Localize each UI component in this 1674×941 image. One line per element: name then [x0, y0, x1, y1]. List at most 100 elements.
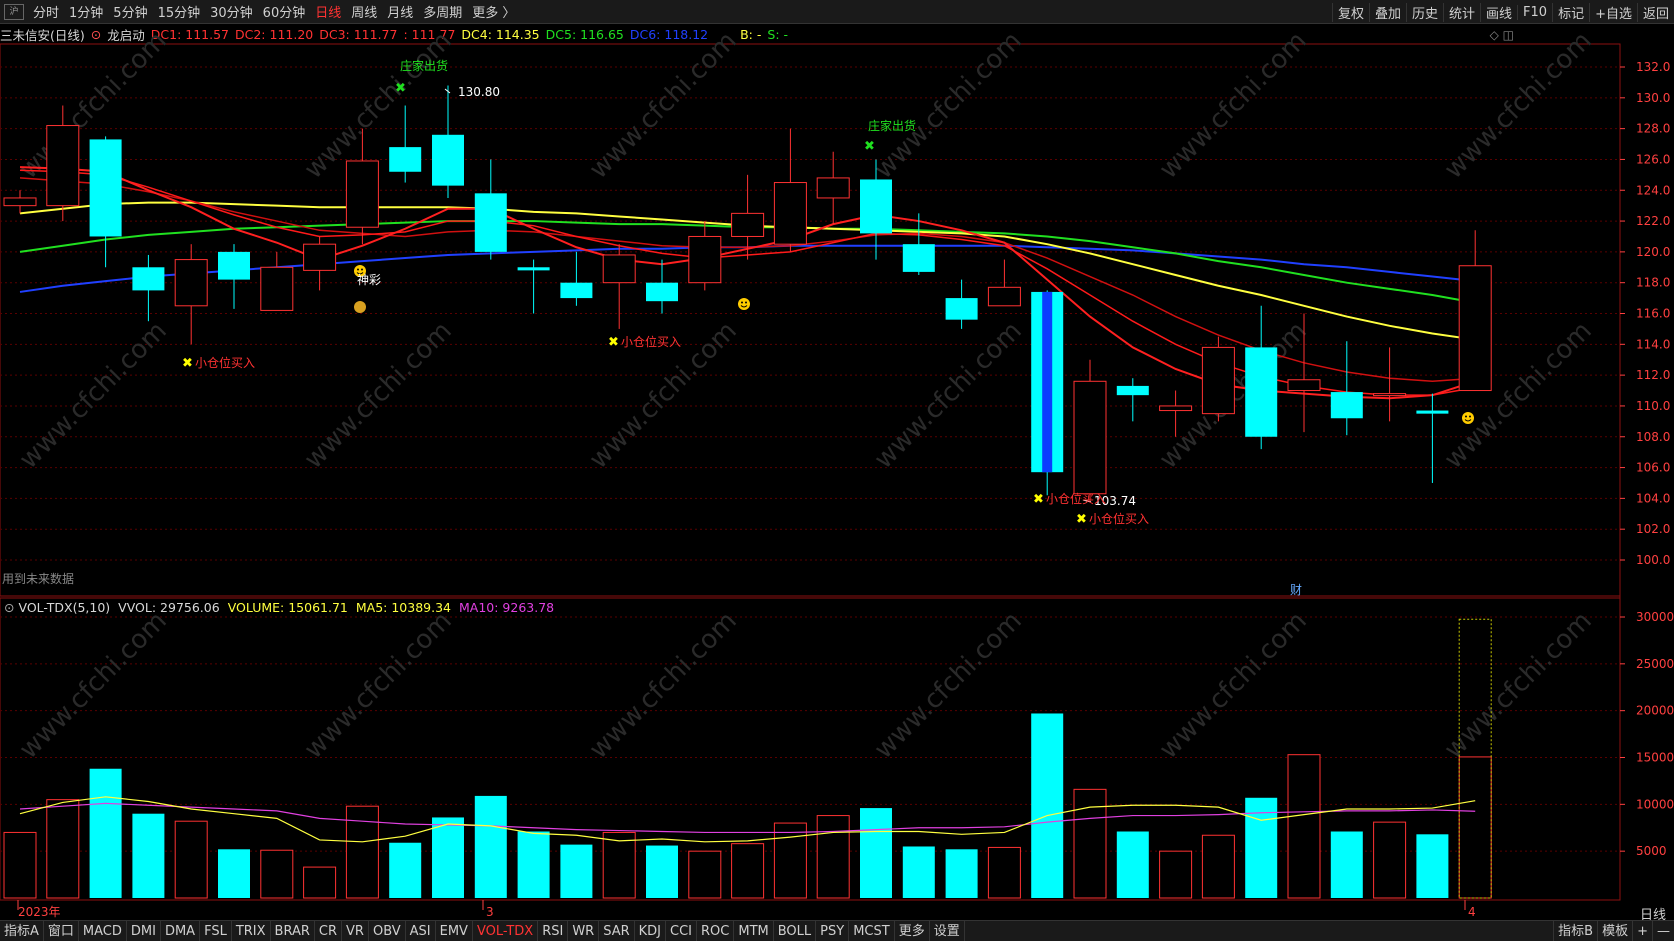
indicator-tab[interactable]: MCST	[849, 920, 895, 941]
indicator-tab[interactable]: OBV	[369, 920, 406, 941]
indicator-tab[interactable]: MACD	[79, 920, 127, 941]
candle-body-down	[860, 179, 892, 234]
indicator-tab[interactable]: CCI	[666, 920, 698, 941]
volume-value: VOLUME: 15061.71	[227, 599, 348, 615]
watermark: www.cfchi.com	[1439, 26, 1598, 185]
candle-body-up	[1458, 265, 1492, 392]
candle-body-up	[260, 266, 294, 311]
candle-body-down	[432, 134, 464, 186]
watermark: www.cfchi.com	[869, 316, 1028, 475]
daily-label[interactable]: 日线	[1640, 904, 1666, 923]
indicator-tab[interactable]: BOLL	[774, 920, 817, 941]
volume-bar-down	[1330, 831, 1363, 898]
volume-tick-label: 20000	[1636, 704, 1674, 718]
volume-bar-up	[3, 831, 37, 899]
candle-body-up	[3, 197, 37, 207]
ma5-value: MA5: 10389.34	[355, 599, 451, 615]
indicator-tab[interactable]: ROC	[697, 920, 735, 941]
vvol-value: VVOL: 29756.06	[118, 599, 220, 615]
smiley-icon-eye	[361, 268, 363, 271]
indicator-tab[interactable]: TRIX	[232, 920, 271, 941]
candle-body-up	[174, 259, 208, 307]
watermark: www.cfchi.com	[1154, 26, 1313, 185]
sell-signal-label: 庄家出货	[400, 58, 448, 73]
indicator-tab[interactable]: SAR	[599, 920, 635, 941]
buy-signal-label: 小仓位买入	[1046, 491, 1106, 506]
volume-tick-label: 10000	[1636, 797, 1674, 811]
indicator-tab[interactable]: PSY	[816, 920, 850, 941]
volume-bar-up	[174, 820, 208, 899]
smiley-icon-eye	[1469, 415, 1471, 418]
indicator-tab[interactable]: VR	[342, 920, 369, 941]
candle-body-up	[46, 125, 80, 207]
volume-bar-down	[218, 849, 250, 898]
price-tick-label: 120.0	[1636, 245, 1670, 259]
indicator-tab[interactable]: KDJ	[635, 920, 667, 941]
volume-bar-up	[303, 866, 337, 899]
indicator-tab[interactable]: 设置	[930, 920, 965, 941]
candle-body-up	[731, 212, 765, 237]
indicator-tab[interactable]: 指标A	[0, 920, 44, 941]
indicator-tab-bar: 指标A 窗口 MACD DMI DMA FSL TRIX BRAR CR VR OBV ASI EMV V…	[0, 920, 1674, 941]
candle-body-down	[560, 282, 593, 299]
volume-bar-up	[987, 846, 1021, 899]
candle-body-down	[945, 298, 978, 320]
indicator-tab[interactable]: MTM	[734, 920, 774, 941]
watermark: www.cfchi.com	[299, 606, 458, 765]
price-tick-label: 100.0	[1636, 553, 1670, 567]
finance-marker: 财	[1290, 583, 1302, 597]
indicator-tab[interactable]: 更多	[895, 920, 930, 941]
volume-bar-down	[517, 831, 550, 898]
bottom-control[interactable]: +	[1632, 921, 1652, 941]
bottom-control[interactable]: —	[1652, 921, 1674, 941]
candle-highlight	[1042, 291, 1053, 473]
volume-tick-label: 15000	[1636, 751, 1674, 765]
indicator-tab[interactable]: RSI	[538, 920, 569, 941]
watermark: www.cfchi.com	[14, 316, 173, 475]
indicator-tab[interactable]: FSL	[200, 920, 232, 941]
buy-signal-label: 小仓位买入	[195, 355, 255, 370]
vol-indicator-name[interactable]: VOL-TDX(5,10)	[18, 600, 110, 615]
bottom-control[interactable]: 模板	[1597, 921, 1632, 941]
candle-body-up	[688, 235, 722, 284]
volume-bar-up	[260, 849, 294, 899]
candle-body-down	[474, 193, 507, 252]
candle-body-up	[345, 160, 379, 228]
collapse-icon[interactable]: ⊙	[4, 600, 14, 615]
indicator-tab[interactable]: VOL-TDX	[473, 920, 539, 941]
indicator-tabs: 指标A 窗口 MACD DMI DMA FSL TRIX BRAR CR VR OBV ASI EMV V…	[0, 920, 965, 941]
volume-tick-label: 5000	[1636, 844, 1667, 858]
indicator-tab[interactable]: DMI	[127, 920, 161, 941]
price-tick-label: 122.0	[1636, 214, 1670, 228]
indicator-tab[interactable]: BRAR	[271, 920, 315, 941]
candle-body-down	[517, 267, 550, 271]
bottom-control[interactable]: 指标B	[1553, 921, 1597, 941]
indicator-tab[interactable]: 窗口	[44, 920, 79, 941]
sell-cross-icon: ✖	[395, 81, 406, 96]
candlestick-chart[interactable]: 132.0 130.0 128.0 126.0 124.0 122.0 120.0 118.0…	[0, 0, 1674, 920]
volume-bar-up	[688, 850, 722, 899]
indicator-tab[interactable]: ASI	[406, 920, 436, 941]
watermark: www.cfchi.com	[1154, 606, 1313, 765]
candle-body-down	[902, 244, 935, 272]
indicator-tab[interactable]: WR	[568, 920, 600, 941]
smiley-icon-eye	[1465, 415, 1467, 418]
buy-signal-label: 小仓位买入	[1089, 511, 1149, 526]
indicator-tab[interactable]: EMV	[436, 920, 473, 941]
indicator-tab[interactable]: CR	[315, 920, 343, 941]
volume-bar-up	[46, 799, 80, 899]
price-tick-label: 124.0	[1636, 183, 1670, 197]
volume-bar-up	[1201, 834, 1235, 899]
watermark: www.cfchi.com	[299, 316, 458, 475]
candle-body-up	[987, 286, 1021, 307]
volume-bar-up	[602, 831, 636, 899]
price-tick-label: 112.0	[1636, 368, 1670, 382]
volume-bar-down	[860, 808, 892, 898]
volume-bar-down	[474, 795, 507, 898]
volume-tick-label: 25000	[1636, 657, 1674, 671]
volume-bar-up	[1373, 821, 1407, 899]
indicator-tab[interactable]: DMA	[161, 920, 201, 941]
candle-body-down	[646, 282, 678, 302]
volume-bar-up	[816, 815, 850, 899]
price-tick-label: 126.0	[1636, 152, 1670, 166]
